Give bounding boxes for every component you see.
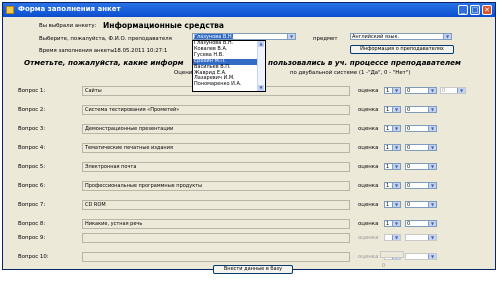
minimize-icon[interactable]: _ [458, 5, 468, 15]
close-icon[interactable]: ✕ [482, 5, 492, 15]
rating-hint-right: по двубальной системе (1 -"Да", 0 - "Нет… [290, 70, 411, 76]
score-label: оценка [358, 88, 379, 94]
score-label: оценка [358, 107, 379, 113]
teacher-dropdown-list[interactable]: Глазунова В.Н. Ковалев В.А. Гусева Н.В. Еро… [192, 40, 266, 92]
chevron-down-icon[interactable]: ▼ [457, 88, 465, 93]
extra-select[interactable]: 0 ▼ [440, 87, 466, 94]
chevron-down-icon[interactable]: ▼ [392, 164, 400, 169]
app-icon [6, 6, 14, 14]
score-label: оценка [358, 202, 379, 208]
main-window: Форма заполнения анкет _ □ ✕ Вы выбрали … [2, 2, 496, 274]
grade-select[interactable]: 0 ▼ [405, 106, 437, 113]
chevron-down-icon[interactable]: ▼ [392, 126, 400, 131]
score-label: оценка [358, 235, 379, 241]
question-text-field[interactable] [82, 233, 350, 243]
chevron-down-icon[interactable]: ▼ [392, 221, 400, 226]
question-text-field[interactable]: Тематические печатные издания [82, 143, 350, 153]
selected-survey-value: Информационные средства [103, 21, 224, 30]
question-text-field[interactable] [82, 252, 350, 262]
score-select[interactable]: 1 ▼ [384, 182, 401, 189]
question-text-field[interactable]: Никакие, устная речь [82, 219, 350, 229]
question-text-field[interactable]: Электронная почта [82, 162, 350, 172]
chevron-down-icon[interactable]: ▼ [392, 235, 400, 240]
submit-button[interactable]: Внести данные в базу [213, 265, 293, 274]
question-label: Вопрос 1: [18, 88, 46, 94]
chevron-down-icon[interactable]: ▼ [428, 235, 436, 240]
chevron-down-icon[interactable]: ▼ [428, 183, 436, 188]
score-select[interactable]: 1 ▼ [384, 220, 401, 227]
score-select[interactable]: 1 ▼ [384, 87, 401, 94]
question-text-field[interactable]: Демонстрационные презентации [82, 124, 350, 134]
dropdown-items: Глазунова В.Н. Ковалев В.А. Гусева Н.В. Еро… [193, 41, 265, 88]
question-label: Вопрос 7: [18, 202, 46, 208]
question-text-field[interactable]: Профессиональные программные продукты [82, 181, 350, 191]
score-label: оценка [358, 164, 379, 170]
scroll-down-icon[interactable]: ▼ [258, 85, 264, 91]
subject-label: предмет [313, 36, 338, 42]
chevron-down-icon[interactable]: ▼ [428, 126, 436, 131]
question-label: Вопрос 5: [18, 164, 46, 170]
question-text-field[interactable]: CD ROM [82, 200, 350, 210]
question-label: Вопрос 2: [18, 107, 46, 113]
grade-select[interactable]: 0 ▼ [405, 125, 437, 132]
chevron-down-icon[interactable]: ▼ [392, 202, 400, 207]
score-select[interactable]: 1 ▼ [384, 125, 401, 132]
score-label: оценка [358, 221, 379, 227]
grade-select[interactable]: 0 ▼ [405, 182, 437, 189]
dropdown-scrollbar[interactable]: ▲ ▼ [257, 41, 265, 91]
score-select[interactable]: 1 ▼ [384, 144, 401, 151]
question-label: Вопрос 6: [18, 183, 46, 189]
scroll-up-icon[interactable]: ▲ [258, 41, 264, 47]
chevron-down-icon[interactable]: ▼ [428, 88, 436, 93]
time-label: Время заполнения анкеты [39, 48, 115, 54]
score-label: оценка [358, 126, 379, 132]
chevron-down-icon[interactable]: ▼ [428, 145, 436, 150]
grade-select[interactable]: 0 ▼ [405, 87, 437, 94]
grade-select[interactable]: 0 ▼ [405, 220, 437, 227]
subject-select[interactable]: Английский язык. ▼ [350, 33, 452, 40]
teacher-prompt: Выберите, пожалуйста, Ф.И.О. преподавате… [39, 36, 172, 42]
grade-select[interactable]: ▼ [405, 234, 437, 241]
score-label: оценка [358, 254, 379, 260]
score-select[interactable]: ▼ [384, 234, 401, 241]
chevron-down-icon[interactable]: ▼ [428, 221, 436, 226]
score-label: оценка [358, 183, 379, 189]
chevron-down-icon[interactable]: ▼ [428, 202, 436, 207]
hint-right: пользовались в уч. процессе преподавател… [268, 58, 461, 67]
score-select[interactable]: 1 ▼ [384, 163, 401, 170]
selected-survey-label: Вы выбрали анкету: [39, 23, 97, 29]
grade-select[interactable]: 0 ▼ [405, 144, 437, 151]
grade-select[interactable]: ▼ [405, 253, 437, 260]
question-label: Вопрос 9: [18, 235, 46, 241]
chevron-down-icon[interactable]: ▼ [287, 34, 295, 39]
chevron-down-icon[interactable]: ▼ [392, 107, 400, 112]
maximize-icon[interactable]: □ [470, 5, 480, 15]
grade-select[interactable]: 0 ▼ [405, 201, 437, 208]
dropdown-item[interactable]: Пономаренко И.А. [193, 81, 265, 88]
question-label: Вопрос 3: [18, 126, 46, 132]
score-select[interactable]: 1 ▼ [384, 106, 401, 113]
grade-select[interactable]: 0 ▼ [405, 163, 437, 170]
chevron-down-icon[interactable]: ▼ [428, 254, 436, 259]
chevron-down-icon[interactable]: ▼ [392, 88, 400, 93]
chevron-down-icon[interactable]: ▼ [392, 145, 400, 150]
score-select[interactable]: 1 ▼ [384, 201, 401, 208]
score-label: оценка [358, 145, 379, 151]
title-bar: Форма заполнения анкет _ □ ✕ [3, 3, 495, 17]
chevron-down-icon[interactable]: ▼ [392, 183, 400, 188]
question-label: Вопрос 10: [18, 254, 49, 260]
teacher-info-button[interactable]: Информация о преподавателях [350, 45, 454, 54]
time-value: 18.05.2011 10:27:1 [114, 48, 168, 54]
hint-left: Отметьте, пожалуйста, какие информ [24, 58, 184, 67]
window-title: Форма заполнения анкет [18, 5, 121, 13]
chevron-down-icon[interactable]: ▼ [428, 164, 436, 169]
teacher-select[interactable]: Глазунова В.Н. ▼ [192, 33, 296, 40]
total-score: 0 [380, 251, 404, 269]
question-label: Вопрос 8: [18, 221, 46, 227]
question-label: Вопрос 4: [18, 145, 46, 151]
chevron-down-icon[interactable]: ▼ [443, 34, 451, 39]
chevron-down-icon[interactable]: ▼ [428, 107, 436, 112]
question-text-field[interactable]: Система тестирования «Прометей» [82, 105, 350, 115]
